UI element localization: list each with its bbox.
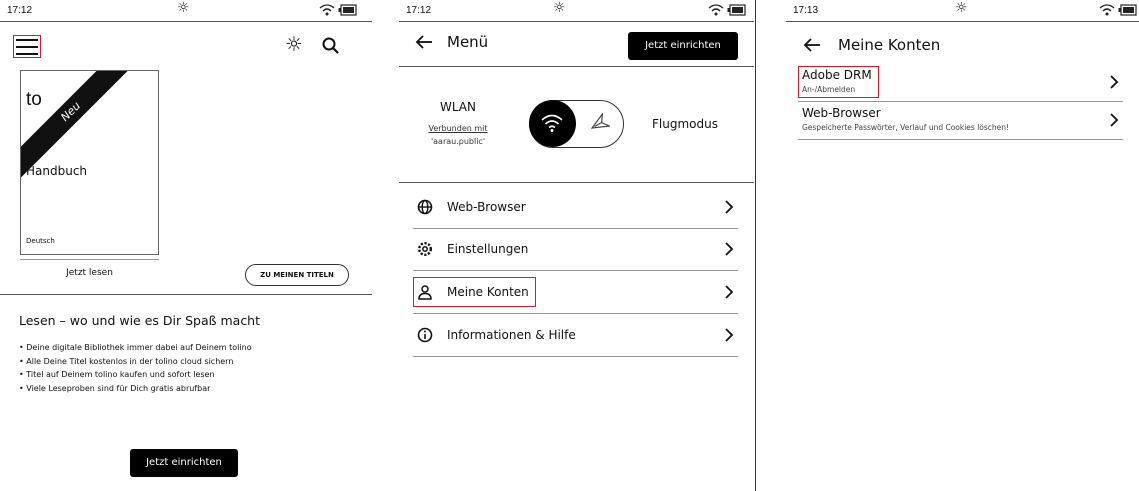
divider (20, 259, 159, 260)
list-item: Viele Leseproben sind für Dich gratis ab… (19, 382, 252, 396)
status-bar: 17:12 ☼ (399, 0, 754, 22)
battery-icon (727, 4, 746, 16)
status-bar: 17:13 ☼ (786, 0, 1139, 22)
battery-icon (1118, 4, 1137, 16)
wifi-icon (541, 114, 563, 132)
brightness-icon[interactable]: ☼ (285, 34, 303, 54)
page-title: Menü (447, 33, 489, 51)
divider (0, 294, 372, 295)
menu-item-label: Einstellungen (447, 242, 529, 256)
menu-item-label: Web-Browser (447, 200, 526, 214)
wifi-icon (319, 4, 335, 16)
list-item: Alle Deine Titel kostenlos in der tolino… (19, 355, 252, 369)
gear-icon (417, 241, 433, 257)
info-icon (417, 327, 433, 343)
my-titles-button[interactable]: ZU MEINEN TITELN (245, 264, 349, 286)
setup-button[interactable]: Jetzt einrichten (628, 32, 738, 60)
menu-item-label: Informationen & Hilfe (447, 328, 576, 342)
book-brand: to (26, 89, 42, 110)
book-language: Deutsch (26, 237, 55, 245)
back-arrow-icon[interactable] (415, 33, 433, 51)
accounts-screen: 17:13 ☼ Meine Konten Adobe DRM An-/Abmel… (786, 0, 1139, 491)
brightness-icon: ☼ (177, 0, 190, 16)
wifi-icon (708, 4, 724, 16)
status-bar: 17:12 ☼ (0, 0, 372, 22)
divider (399, 66, 754, 67)
divider (399, 182, 754, 183)
brightness-icon: ☼ (955, 0, 968, 16)
menu-screen: 17:12 ☼ Menü Jetzt einrichten WLAN Verbu… (399, 0, 754, 491)
chevron-right-icon (725, 242, 734, 256)
chevron-right-icon (725, 328, 734, 342)
home-screen: 17:12 ☼ ☼ to Neu Handbuch Deutsch Jetzt … (0, 0, 372, 491)
status-time: 17:13 (793, 5, 819, 16)
list-item: Titel auf Deinem tolino kaufen und sofor… (19, 368, 252, 382)
menu-item-info-help[interactable]: Informationen & Hilfe (413, 313, 738, 357)
toggle-knob (529, 100, 576, 147)
airplane-icon (590, 113, 610, 129)
highlight-box (13, 35, 41, 58)
chevron-right-icon (725, 285, 734, 299)
page-title: Meine Konten (838, 36, 941, 54)
back-arrow-icon[interactable] (803, 36, 821, 54)
setup-button[interactable]: Jetzt einrichten (130, 449, 238, 477)
account-item-subtitle: Gespeicherte Passwörter, Verlauf und Coo… (802, 123, 1010, 132)
list-item: Deine digitale Bibliothek immer dabei au… (19, 341, 251, 355)
highlight-box (413, 277, 536, 307)
status-time: 17:12 (7, 5, 33, 16)
search-icon[interactable] (321, 36, 341, 56)
battery-icon (338, 4, 357, 16)
highlight-box (798, 66, 879, 98)
panel-divider (755, 0, 756, 491)
status-time: 17:12 (406, 5, 432, 16)
wifi-flight-toggle[interactable] (529, 100, 624, 148)
chevron-right-icon (1110, 113, 1119, 127)
book-cover[interactable]: to Neu Handbuch Deutsch (20, 70, 159, 255)
account-item-web-browser[interactable]: Web-Browser Gespeicherte Passwörter, Ver… (798, 104, 1123, 140)
feature-list: Deine digitale Bibliothek immer dabei au… (19, 341, 252, 396)
flight-mode-label: Flugmodus (652, 117, 718, 131)
chevron-right-icon (725, 200, 734, 214)
account-item-title: Web-Browser (802, 106, 881, 120)
intro-heading: Lesen – wo und wie es Dir Spaß macht (19, 313, 261, 328)
menu-item-web-browser[interactable]: Web-Browser (413, 185, 738, 229)
wlan-title: WLAN (439, 100, 476, 114)
brightness-icon: ☼ (553, 0, 566, 16)
wlan-status-link[interactable]: Verbunden mit (414, 124, 502, 133)
book-title: Handbuch (26, 164, 88, 178)
menu-item-settings[interactable]: Einstellungen (413, 227, 738, 271)
chevron-right-icon (1110, 75, 1119, 89)
globe-icon (417, 199, 433, 215)
wifi-icon (1099, 4, 1115, 16)
wlan-ssid: 'aarau.public' (430, 137, 486, 146)
read-now-link[interactable]: Jetzt lesen (20, 268, 159, 278)
